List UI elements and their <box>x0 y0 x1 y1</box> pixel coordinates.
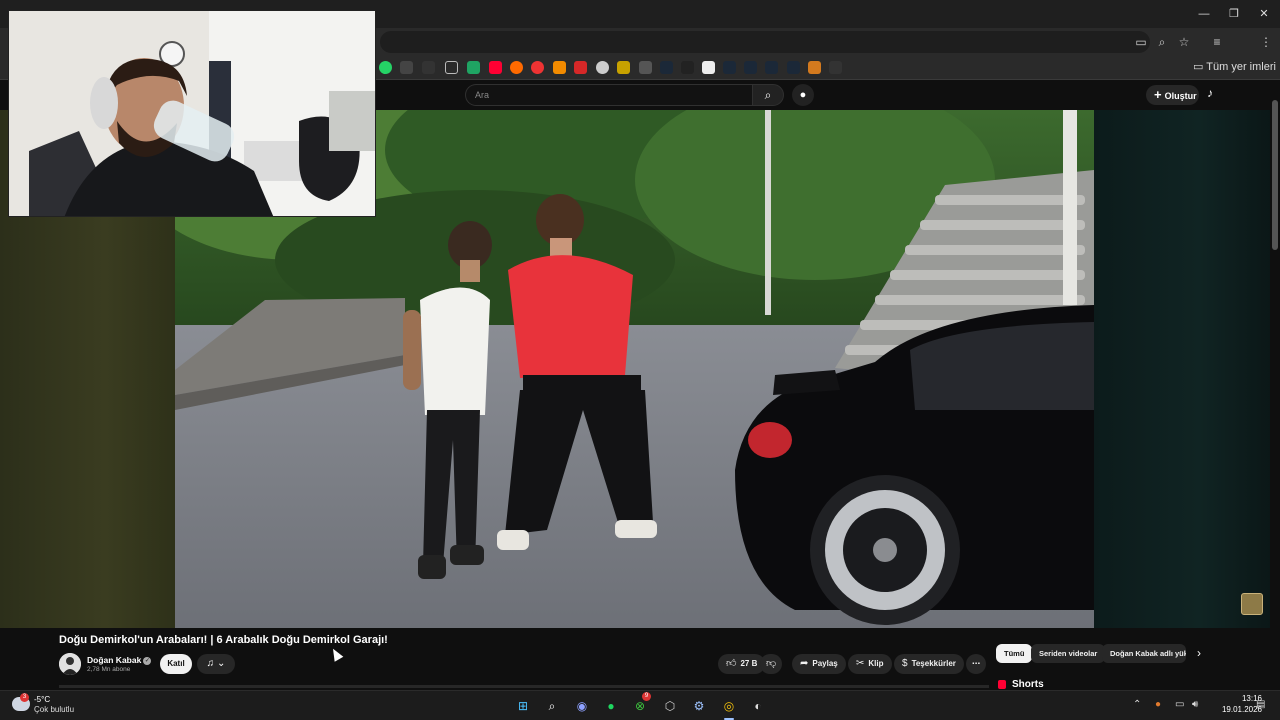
steam-bookmark-icon-2[interactable] <box>723 61 736 74</box>
dislike-button[interactable]: 👎︎ <box>760 654 783 674</box>
youtube-bookmark-icon[interactable] <box>489 61 502 74</box>
scrollbar-thumb[interactable] <box>1272 100 1278 250</box>
subscription-bell-button[interactable]: ♫ ⌄ <box>197 654 235 674</box>
chevron-down-icon: ⌄ <box>216 658 226 669</box>
drive-bookmark-icon[interactable] <box>467 61 480 74</box>
share-icon: ➦ <box>800 658 809 669</box>
steam-bookmark-icon-5[interactable] <box>787 61 800 74</box>
chevron-right-icon[interactable]: › <box>1191 645 1207 662</box>
thanks-button[interactable]: $ Teşekkürler <box>894 654 964 674</box>
w-bookmark-icon[interactable] <box>829 61 842 74</box>
microphone-icon[interactable]: ● <box>1155 699 1161 710</box>
folder-icon: ▭ <box>1193 61 1207 73</box>
windows-start-icon[interactable]: ⊞ <box>513 696 533 716</box>
steam-icon[interactable]: ⚙ <box>689 696 709 716</box>
search-button[interactable]: ⌕ <box>752 84 784 106</box>
shorts-section-header: Shorts <box>998 679 1044 690</box>
search-icon: ⌕ <box>764 88 772 102</box>
chip-series[interactable]: Seriden videolar <box>1031 644 1106 663</box>
function-bookmark-icon[interactable] <box>681 61 694 74</box>
page-scrollbar[interactable] <box>1270 80 1280 690</box>
share-button[interactable]: ➦ Paylaş <box>792 654 846 674</box>
weather-condition[interactable]: Çok bulutlu <box>34 705 74 714</box>
comment-divider <box>59 685 989 688</box>
notification-center-icon[interactable]: ▤ <box>1256 699 1265 710</box>
search-taskbar-icon[interactable]: ⌕ <box>542 696 562 716</box>
red-bookmark-icon[interactable] <box>574 61 587 74</box>
tray-overflow-icon[interactable]: ⌃ <box>1133 699 1141 710</box>
subscriber-count: 2,78 Mn abone <box>87 666 131 673</box>
steam-bookmark-icon-3[interactable] <box>744 61 757 74</box>
grid-bookmark-icon[interactable] <box>422 61 435 74</box>
scissors-icon: ✂ <box>856 658 865 669</box>
video-title: Doğu Demirkol'un Arabaları! | 6 Arabalık… <box>59 634 388 646</box>
mouse-cursor <box>328 646 344 662</box>
create-button[interactable]: + Oluştur <box>1146 85 1199 105</box>
weather-temperature[interactable]: -5°C <box>34 695 50 704</box>
verified-icon: ✓ <box>143 656 152 665</box>
channel-name[interactable]: Doğan Kabak ✓ <box>87 655 152 665</box>
zoom-icon[interactable]: ⌕ <box>1154 34 1170 50</box>
obs-icon[interactable]: ◐ <box>748 696 768 716</box>
voice-search-button[interactable]: ● <box>792 84 814 106</box>
xbox-badge: 9 <box>642 692 651 701</box>
search-input[interactable]: Ara <box>465 84 752 106</box>
weather-badge: 3 <box>20 693 29 702</box>
mic-icon: ● <box>799 89 807 101</box>
chip-all[interactable]: Tümü <box>996 644 1033 663</box>
menu-icon[interactable]: ⋮ <box>1258 34 1274 50</box>
avatar-image <box>59 653 81 675</box>
database-bookmark-icon[interactable] <box>596 61 609 74</box>
chrome-icon[interactable]: ◎ <box>719 696 739 716</box>
thumbs-down-icon: 👎︎ <box>766 658 777 669</box>
all-bookmarks-folder[interactable]: ▭ Tüm yer imleri <box>1193 60 1276 73</box>
close-icon[interactable]: ✕ <box>1256 6 1272 22</box>
spotify-icon[interactable]: ● <box>601 696 621 716</box>
minimize-icon[interactable]: — <box>1196 6 1212 22</box>
channel-watermark-icon[interactable] <box>1241 593 1263 615</box>
discord-icon[interactable]: ◉ <box>572 696 592 716</box>
webcam-image <box>9 11 375 216</box>
chip-channel-uploads[interactable]: Doğan Kabak adlı yüklemeler <box>1102 644 1186 663</box>
notifications-bell-icon[interactable]: ♪ <box>1207 86 1221 102</box>
windows-taskbar: 3 -5°C Çok bulutlu ⊞ ⌕ ◉ ● ⊗ 9 ⬡ ⚙ ◎ ◐ ⌃… <box>0 690 1280 720</box>
volume-icon[interactable]: 🔊︎ <box>1192 699 1198 710</box>
restore-icon[interactable]: ❐ <box>1226 6 1242 22</box>
ambient-glow-right <box>1094 110 1270 628</box>
amber-bookmark-icon[interactable] <box>553 61 566 74</box>
whatsapp-bookmark-icon[interactable] <box>379 61 392 74</box>
reading-list-icon[interactable]: ≡ <box>1209 34 1225 50</box>
yellow-bookmark-icon[interactable] <box>617 61 630 74</box>
thanks-icon: $ <box>902 658 908 669</box>
webcam-overlay <box>8 10 376 217</box>
more-icon: ⋯ <box>972 659 980 668</box>
dark-bookmark-icon[interactable] <box>639 61 652 74</box>
steam-bookmark-icon-4[interactable] <box>765 61 778 74</box>
epic-games-icon[interactable]: ⬡ <box>660 696 680 716</box>
like-button[interactable]: 👍︎ 27 B <box>718 654 766 674</box>
more-actions-button[interactable]: ⋯ <box>966 654 986 674</box>
clip-button[interactable]: ✂ Klip <box>848 654 892 674</box>
network-icon[interactable]: ▭ <box>1175 699 1184 710</box>
cast-icon[interactable]: ▭ <box>1133 34 1149 50</box>
target-bookmark-icon[interactable] <box>531 61 544 74</box>
bell-icon: ♫ <box>206 658 215 669</box>
shorts-icon <box>998 679 1006 689</box>
thumbs-up-icon: 👍︎ <box>726 658 737 669</box>
flame-bookmark-icon[interactable] <box>808 61 821 74</box>
plus-icon: + <box>1154 87 1162 102</box>
orange-bookmark-icon[interactable] <box>510 61 523 74</box>
a-bookmark-icon[interactable] <box>702 61 715 74</box>
join-button[interactable]: Katıl <box>160 654 192 674</box>
steam-bookmark-icon[interactable] <box>660 61 673 74</box>
star-icon[interactable]: ☆ <box>1176 34 1192 50</box>
channel-avatar[interactable] <box>59 653 81 675</box>
address-bar[interactable] <box>380 31 1150 53</box>
x-bookmark-icon[interactable] <box>400 61 413 74</box>
folder-bookmark-icon[interactable] <box>445 61 458 74</box>
clock-date[interactable]: 19.01.2026 <box>1210 705 1262 714</box>
